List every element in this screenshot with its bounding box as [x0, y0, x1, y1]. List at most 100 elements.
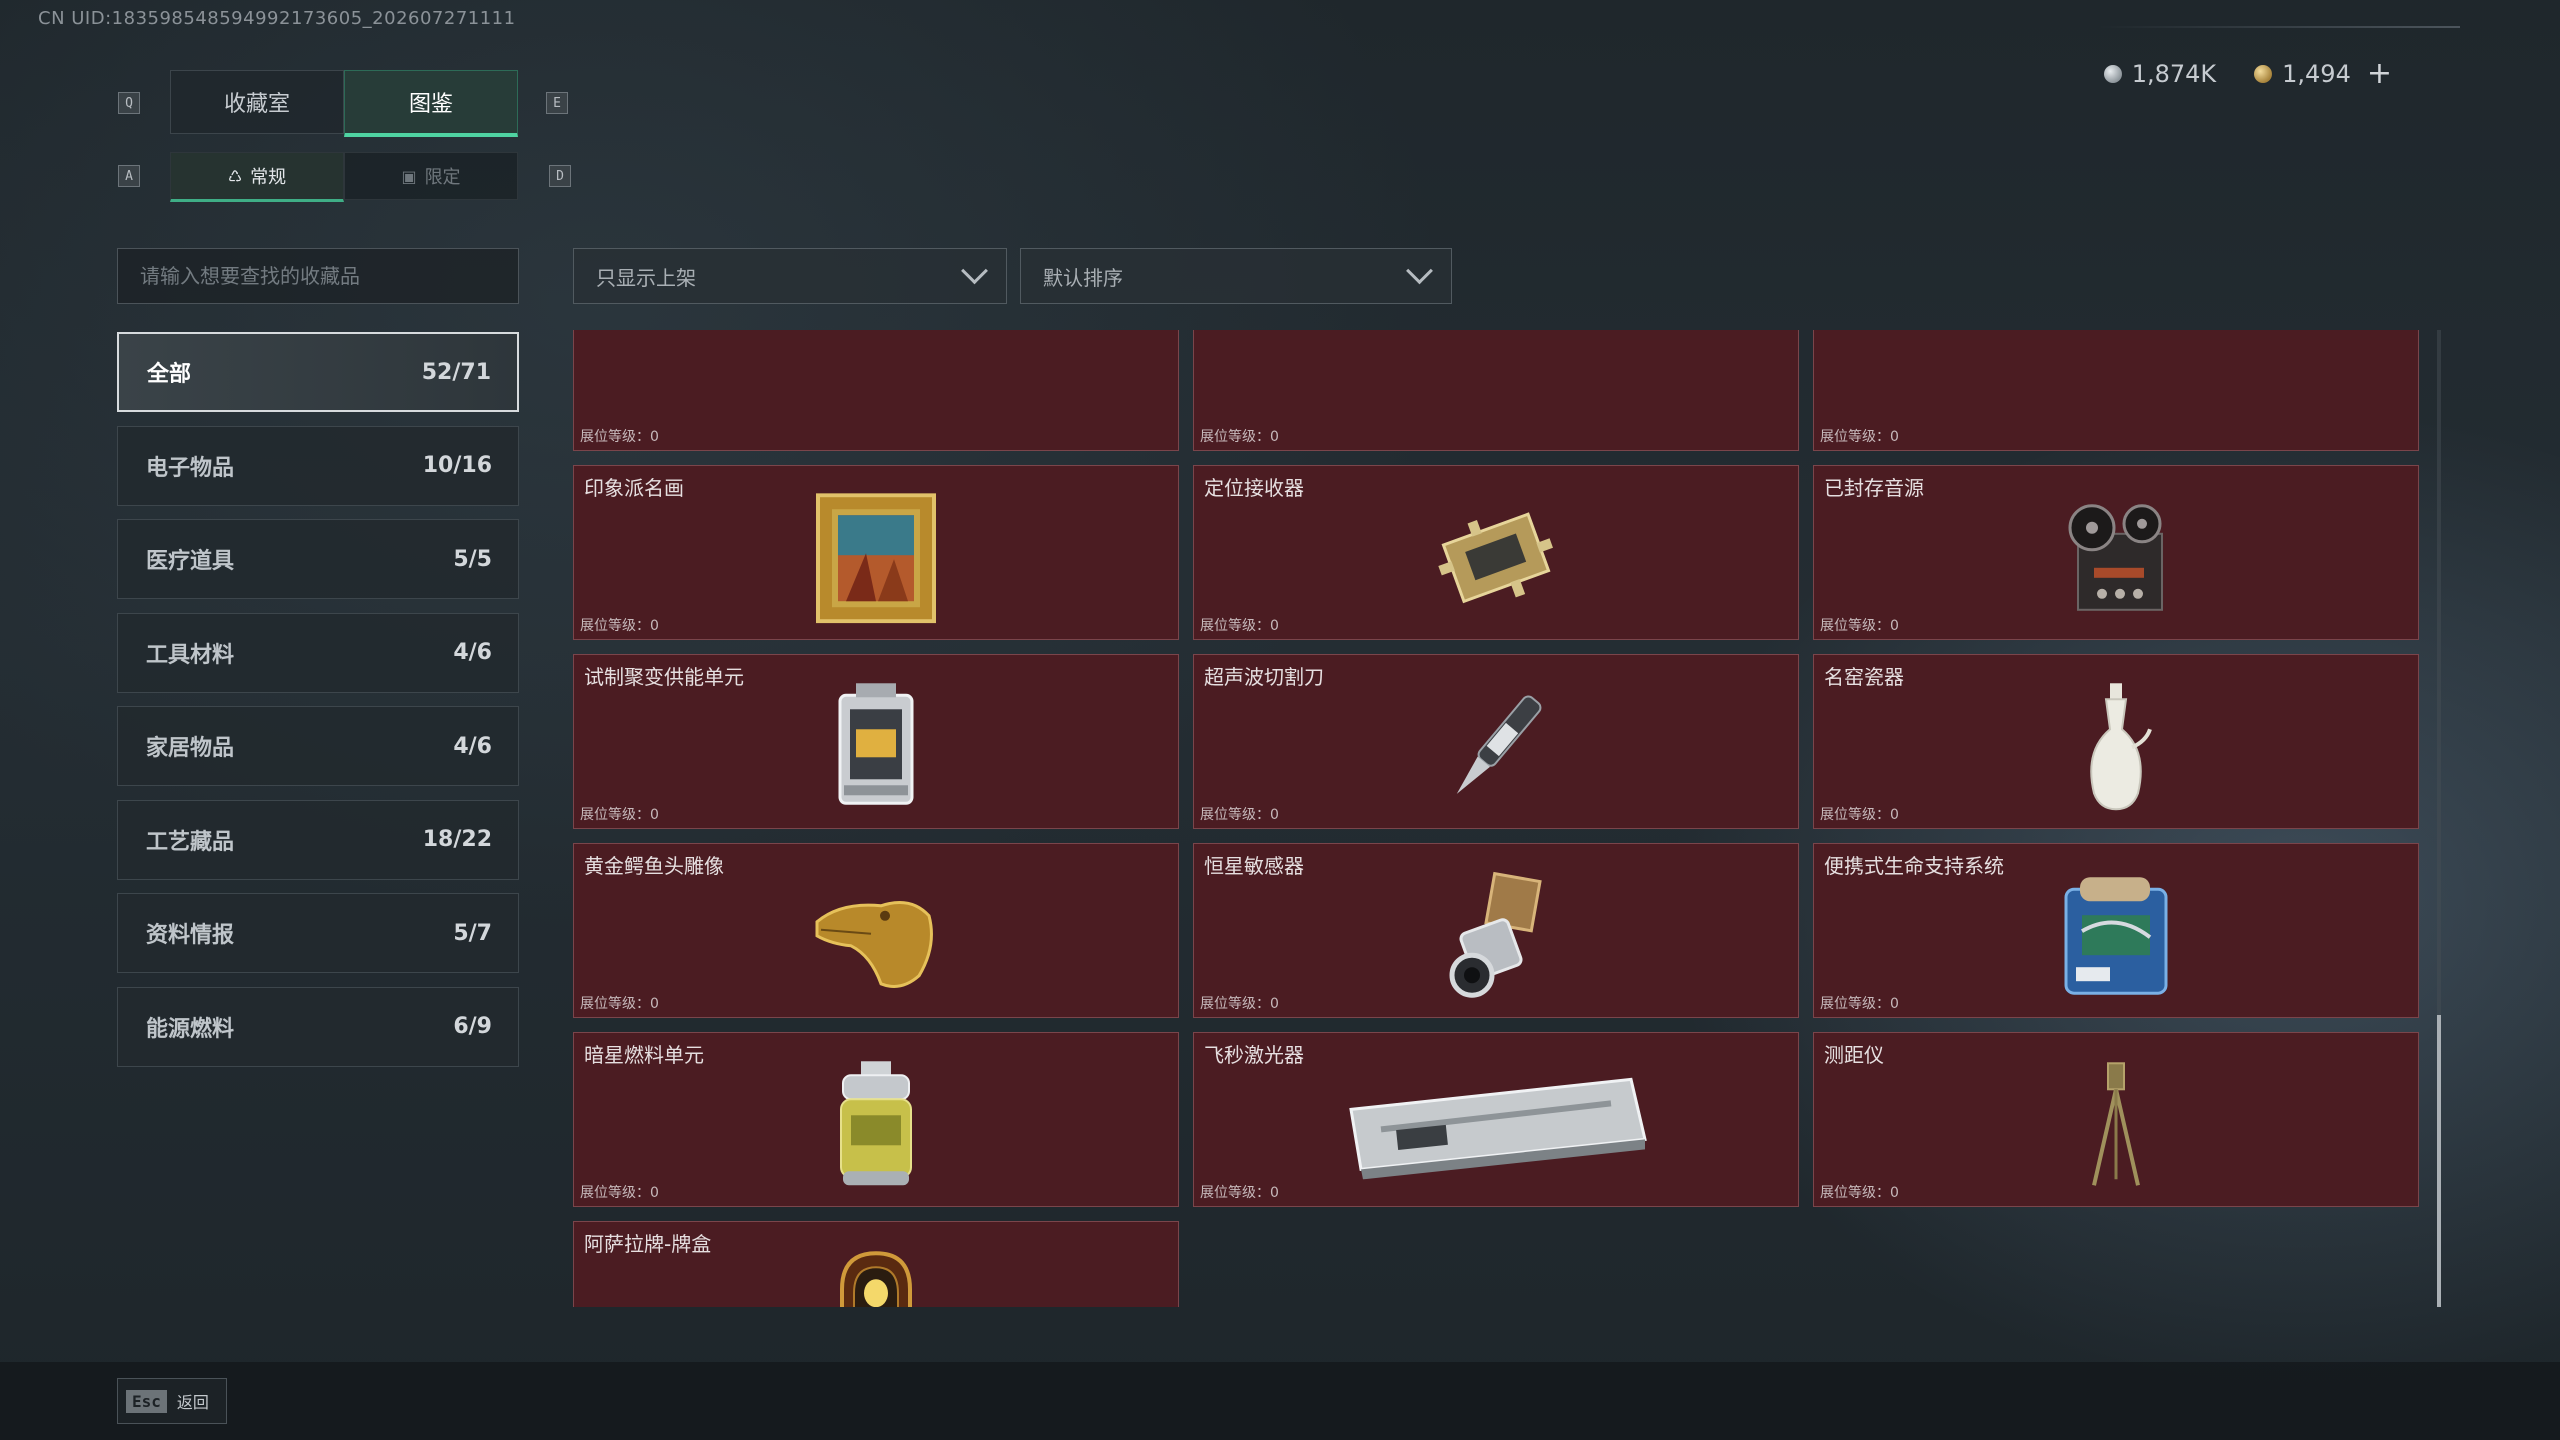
item-level: 展位等级：0 — [1200, 996, 1279, 1012]
star-sensor-icon — [1449, 871, 1542, 998]
category-tools[interactable]: 工具材料 4/6 — [117, 612, 519, 693]
item-level: 展位等级：0 — [580, 1185, 659, 1201]
gold-amount: 1,494 — [2282, 59, 2351, 88]
category-name: 全部 — [147, 362, 192, 387]
collection-card[interactable]: 名窑瓷器 展位等级：0 — [1813, 654, 2419, 829]
item-level: 展位等级：0 — [1200, 618, 1279, 634]
category-name: 工具材料 — [146, 642, 235, 668]
main-tabs: 收藏室 图鉴 — [170, 70, 518, 137]
shelf-filter-dropdown[interactable]: 只显示上架 — [573, 248, 1007, 304]
category-count: 5/5 — [453, 546, 492, 572]
search-input[interactable] — [117, 248, 519, 304]
item-level: 展位等级：0 — [1820, 807, 1899, 823]
collection-card[interactable]: 暗星燃料单元 展位等级：0 — [573, 1032, 1179, 1207]
category-energy[interactable]: 能源燃料 6/9 — [117, 986, 519, 1067]
life-support-icon — [2064, 876, 2168, 995]
item-level: 展位等级：0 — [1820, 1185, 1899, 1201]
collection-card[interactable]: 定位接收器 展位等级：0 — [1193, 465, 1799, 640]
category-electronics[interactable]: 电子物品 10/16 — [117, 425, 519, 506]
collection-card[interactable]: 黄金鳄鱼头雕像 展位等级：0 — [573, 843, 1179, 1018]
category-name: 电子物品 — [146, 455, 235, 481]
collection-card[interactable]: 便携式生命支持系统 展位等级：0 — [1813, 843, 2419, 1018]
gold-crocodile-icon — [815, 900, 933, 988]
bottle-icon: ♺ — [227, 166, 243, 186]
back-button[interactable]: Esc 返回 — [117, 1378, 227, 1424]
shelf-filter-value: 只显示上架 — [596, 265, 696, 290]
item-name: 阿萨拉牌-牌盒 — [584, 1232, 712, 1256]
collection-card[interactable]: 试制聚变供能单元 展位等级：0 — [573, 654, 1179, 829]
tab-catalog[interactable]: 图鉴 — [344, 70, 518, 137]
item-name: 印象派名画 — [584, 476, 684, 500]
laser-case-icon — [1349, 1077, 1647, 1179]
collection-card[interactable]: 恒星敏感器 展位等级：0 — [1193, 843, 1799, 1018]
collection-card[interactable]: 阿萨拉牌-牌盒 展位等级：0 — [573, 1221, 1179, 1307]
collection-grid: 展位等级：0 展位等级：0 展位等级：0 印象派名画 展位等级：0 定位接收器 — [573, 330, 2425, 1307]
category-name: 工艺藏品 — [146, 829, 235, 855]
item-name: 便携式生命支持系统 — [1824, 854, 2004, 878]
collection-card[interactable]: 印象派名画 展位等级：0 — [573, 465, 1179, 640]
sort-value: 默认排序 — [1043, 265, 1123, 290]
collection-card[interactable]: 测距仪 展位等级：0 — [1813, 1032, 2419, 1207]
item-name: 名窑瓷器 — [1824, 665, 1904, 689]
key-hint-q: Q — [118, 92, 140, 114]
category-count: 5/7 — [453, 920, 492, 946]
collection-card[interactable]: 飞秒激光器 展位等级：0 — [1193, 1032, 1799, 1207]
category-name: 医疗道具 — [146, 549, 235, 574]
add-currency-button[interactable]: + — [2367, 56, 2392, 91]
back-label: 返回 — [176, 1393, 209, 1412]
fusion-cell-icon — [838, 682, 914, 805]
collection-card[interactable]: 超声波切割刀 展位等级：0 — [1193, 654, 1799, 829]
chevron-down-icon — [961, 256, 988, 284]
image-icon: ▣ — [401, 166, 417, 186]
category-name: 家居物品 — [146, 736, 235, 761]
key-hint-d: D — [549, 165, 571, 187]
chevron-down-icon — [1406, 256, 1433, 284]
subtab-limited[interactable]: ▣ 限定 — [344, 152, 518, 200]
item-level: 展位等级：0 — [1200, 807, 1279, 823]
item-level: 展位等级：0 — [580, 618, 659, 634]
key-hint-e: E — [546, 92, 568, 114]
item-name: 试制聚变供能单元 — [584, 665, 744, 689]
category-medical[interactable]: 医疗道具 5/5 — [117, 519, 519, 599]
receiver-device-icon — [1438, 511, 1553, 603]
currency-bar: 1,874K 1,494 + — [2103, 56, 2392, 91]
framed-painting-icon — [816, 492, 936, 623]
subtab-regular[interactable]: ♺ 常规 — [170, 152, 344, 202]
silver-currency: 1,874K — [2103, 60, 2216, 88]
gold-coin-icon — [2254, 64, 2273, 83]
silver-coin-icon — [2103, 64, 2122, 83]
item-level: 展位等级：0 — [580, 429, 659, 445]
item-name: 暗星燃料单元 — [584, 1043, 704, 1067]
item-level: 展位等级：0 — [1820, 996, 1899, 1012]
key-hint-a: A — [118, 165, 140, 187]
bottom-bar — [0, 1362, 2560, 1440]
category-household[interactable]: 家居物品 4/6 — [117, 706, 519, 786]
item-name: 定位接收器 — [1204, 476, 1304, 500]
item-name: 已封存音源 — [1824, 476, 1924, 500]
item-name: 超声波切割刀 — [1204, 665, 1324, 689]
item-level: 展位等级：0 — [1820, 618, 1899, 634]
collection-card[interactable]: 展位等级：0 — [1813, 330, 2419, 451]
category-count: 10/16 — [422, 453, 492, 478]
grid-scrollbar[interactable] — [2437, 330, 2441, 1307]
category-list: 全部 52/71 电子物品 10/16 医疗道具 5/5 工具材料 4/6 家居… — [117, 332, 519, 1080]
category-crafts[interactable]: 工艺藏品 18/22 — [117, 799, 519, 880]
subtab-regular-label: 常规 — [250, 167, 287, 188]
category-count: 4/6 — [453, 733, 492, 759]
category-count: 6/9 — [453, 1014, 492, 1039]
category-intel[interactable]: 资料情报 5/7 — [117, 893, 519, 973]
collection-card[interactable]: 展位等级：0 — [573, 330, 1179, 451]
collection-card[interactable]: 已封存音源 展位等级：0 — [1813, 465, 2419, 640]
item-level: 展位等级：0 — [1820, 429, 1899, 445]
collection-card[interactable]: 展位等级：0 — [1193, 330, 1799, 451]
category-name: 资料情报 — [146, 923, 235, 948]
ultrasonic-knife-icon — [1456, 694, 1542, 794]
category-count: 18/22 — [422, 827, 492, 852]
top-decor-line — [2100, 26, 2460, 28]
item-level: 展位等级：0 — [1200, 1185, 1279, 1201]
category-all[interactable]: 全部 52/71 — [117, 332, 519, 412]
item-level: 展位等级：0 — [580, 996, 659, 1012]
scrollbar-thumb[interactable] — [2437, 1015, 2441, 1307]
sort-dropdown[interactable]: 默认排序 — [1020, 248, 1452, 304]
tab-collection-room[interactable]: 收藏室 — [170, 70, 344, 134]
